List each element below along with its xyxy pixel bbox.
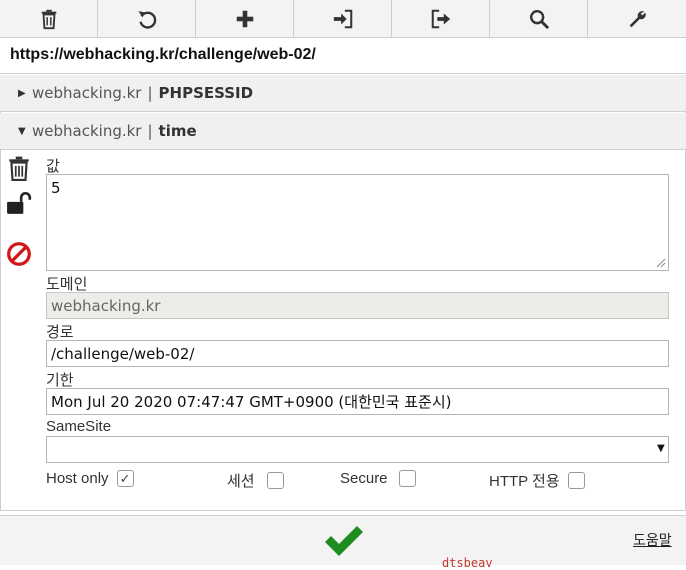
value-label: 값 [46,158,60,175]
session-option: 세션 [227,470,284,491]
domain-label: 도메인 [46,276,88,293]
toolbar [0,0,686,38]
help-link[interactable]: 도움말 [633,530,672,550]
cookie-row-time[interactable]: ▼ webhacking.kr | time [0,113,686,150]
domain-field[interactable] [46,292,669,319]
session-label: 세션 [227,473,255,490]
background-text: dtsbeav [442,556,493,570]
add-cookie-button[interactable] [196,0,294,37]
expand-triangle-icon: ▶ [18,87,26,99]
search-icon [529,9,549,29]
reset-button[interactable] [98,0,196,37]
host-only-option: Host only ✓ [46,470,134,487]
undo-icon [137,10,156,29]
export-button[interactable] [392,0,490,37]
trash-icon [41,9,56,29]
samesite-select[interactable] [46,436,669,463]
path-label: 경로 [46,324,74,341]
save-checkmark-icon[interactable] [322,520,366,560]
path-field[interactable] [46,340,669,367]
plus-icon [236,10,253,27]
samesite-label: SameSite [46,418,112,435]
host-only-checkbox[interactable]: ✓ [116,470,134,487]
expiry-field[interactable] [46,388,669,415]
import-button[interactable] [294,0,392,37]
delete-all-button[interactable] [0,0,98,37]
host-only-label: Host only [46,470,109,487]
secure-checkbox[interactable] [398,470,416,487]
wrench-icon [629,10,646,27]
url-bar: https://webhacking.kr/challenge/web-02/ [0,38,686,74]
cookie-actions [6,155,36,267]
unlock-icon[interactable] [6,190,32,216]
cookie-row-phpsessid[interactable]: ▶ webhacking.kr | PHPSESSID [0,75,686,112]
cookie-separator: | [147,122,153,140]
block-icon[interactable] [6,241,32,267]
delete-cookie-icon[interactable] [6,155,32,181]
session-checkbox[interactable] [266,472,284,489]
cookie-domain: webhacking.kr [32,122,142,140]
search-button[interactable] [490,0,588,37]
checkmark-icon: ✓ [119,471,131,486]
http-only-option: HTTP 전용 [489,470,585,491]
settings-button[interactable] [588,0,686,37]
cookie-name: time [158,122,197,140]
divider [0,510,686,511]
resize-grip-icon[interactable] [656,258,666,268]
cookie-name: PHPSESSID [158,84,254,102]
http-only-label: HTTP 전용 [489,473,560,490]
expiry-label: 기한 [46,372,74,389]
export-icon [431,9,450,28]
collapse-triangle-icon: ▼ [18,125,26,137]
secure-option: Secure [340,470,416,487]
http-only-checkbox[interactable] [567,472,585,489]
value-textarea[interactable] [46,174,669,271]
cookie-domain: webhacking.kr [32,84,142,102]
secure-label: Secure [340,470,388,487]
import-icon [333,9,352,28]
cookie-separator: | [147,84,153,102]
